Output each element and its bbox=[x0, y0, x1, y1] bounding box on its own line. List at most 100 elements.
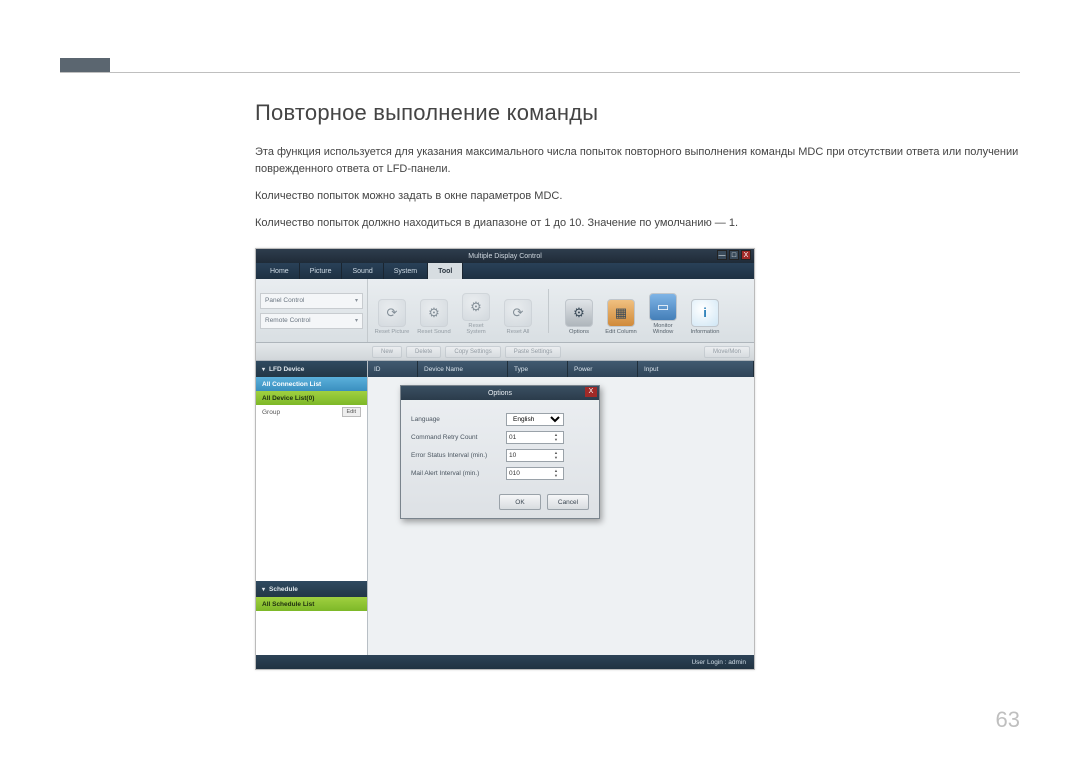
maximize-button[interactable]: □ bbox=[729, 250, 739, 260]
sidebar-all-device-list[interactable]: All Device List(0) bbox=[256, 391, 367, 405]
dialog-titlebar: Options X bbox=[401, 386, 599, 400]
label-mail-interval: Mail Alert Interval (min.) bbox=[411, 470, 506, 477]
chevron-down-icon: ▾ bbox=[355, 317, 358, 324]
information-button[interactable]: iInformation bbox=[687, 287, 723, 335]
move-mon-button[interactable]: Move/Mon bbox=[704, 346, 750, 358]
toolbar-label: Edit Column bbox=[605, 329, 637, 335]
toolbar: Panel Control ▾ Remote Control ▾ ⟳Reset … bbox=[256, 279, 754, 343]
sidebar-schedule[interactable]: ▾ Schedule bbox=[256, 581, 367, 597]
reset-sound-icon: ⚙ bbox=[420, 299, 448, 327]
dialog-close-button[interactable]: X bbox=[585, 387, 597, 397]
reset-group: ⟳Reset Picture ⚙Reset Sound ⚙Reset Syste… bbox=[374, 287, 536, 335]
menu-tool[interactable]: Tool bbox=[428, 263, 463, 279]
sidebar-edit-button[interactable]: Edit bbox=[342, 407, 361, 417]
menu-picture[interactable]: Picture bbox=[300, 263, 343, 279]
toolbar-buttons: ⟳Reset Picture ⚙Reset Sound ⚙Reset Syste… bbox=[368, 279, 754, 342]
reset-all-icon: ⟳ bbox=[504, 299, 532, 327]
reset-system-icon: ⚙ bbox=[462, 293, 490, 321]
paragraph-1: Эта функция используется для указания ма… bbox=[255, 144, 1025, 178]
action-bar: New Delete Copy Settings Paste Settings … bbox=[256, 343, 754, 361]
label-language: Language bbox=[411, 416, 506, 423]
window-controls: — □ X bbox=[717, 250, 751, 260]
app-window: Multiple Display Control — □ X Home Pict… bbox=[255, 248, 755, 670]
options-button[interactable]: ⚙ Options bbox=[561, 287, 597, 335]
dialog-buttons: OK Cancel bbox=[401, 488, 599, 518]
main-area: ID Device Name Type Power Input Options … bbox=[368, 361, 754, 655]
triangle-down-icon: ▾ bbox=[262, 586, 265, 593]
error-interval-spinner[interactable]: 10 ▲▼ bbox=[506, 449, 564, 462]
language-select[interactable]: English bbox=[506, 413, 564, 426]
retry-count-spinner[interactable]: 01 ▲▼ bbox=[506, 431, 564, 444]
copy-settings-button[interactable]: Copy Settings bbox=[445, 346, 500, 358]
filter-panel-control[interactable]: Panel Control ▾ bbox=[260, 293, 363, 309]
options-dialog: Options X Language English Command Retry… bbox=[400, 385, 600, 519]
triangle-down-icon: ▾ bbox=[262, 366, 265, 373]
col-input[interactable]: Input bbox=[638, 361, 754, 377]
paragraph-2: Количество попыток можно задать в окне п… bbox=[255, 188, 1025, 205]
row-retry: Command Retry Count 01 ▲▼ bbox=[411, 428, 589, 446]
columns-icon: ▦ bbox=[607, 299, 635, 327]
minimize-button[interactable]: — bbox=[717, 250, 727, 260]
page-number: 63 bbox=[996, 707, 1020, 733]
row-mail-interval: Mail Alert Interval (min.) 010 ▲▼ bbox=[411, 464, 589, 482]
reset-system-button[interactable]: ⚙Reset System bbox=[458, 287, 494, 335]
mail-interval-spinner[interactable]: 010 ▲▼ bbox=[506, 467, 564, 480]
dialog-title: Options bbox=[488, 390, 512, 397]
col-device-name[interactable]: Device Name bbox=[418, 361, 508, 377]
spinner-value: 010 bbox=[509, 470, 520, 477]
sidebar-label: LFD Device bbox=[269, 366, 304, 373]
reset-sound-button[interactable]: ⚙ Reset Sound bbox=[416, 287, 452, 335]
menu-system[interactable]: System bbox=[384, 263, 428, 279]
spinner-arrows-icon: ▲▼ bbox=[551, 432, 561, 442]
user-login-status: User Login : admin bbox=[691, 659, 746, 666]
paste-settings-button[interactable]: Paste Settings bbox=[505, 346, 562, 358]
label-retry: Command Retry Count bbox=[411, 434, 506, 441]
sidebar-lfd-device[interactable]: ▾ LFD Device bbox=[256, 361, 367, 377]
col-type[interactable]: Type bbox=[508, 361, 568, 377]
filter-remote-control[interactable]: Remote Control ▾ bbox=[260, 313, 363, 329]
spinner-value: 01 bbox=[509, 434, 516, 441]
gear-icon: ⚙ bbox=[565, 299, 593, 327]
menu-sound[interactable]: Sound bbox=[342, 263, 383, 279]
toolbar-label: Options bbox=[569, 329, 589, 335]
delete-button[interactable]: Delete bbox=[406, 346, 441, 358]
menubar: Home Picture Sound System Tool bbox=[256, 263, 754, 279]
new-button[interactable]: New bbox=[372, 346, 402, 358]
row-error-interval: Error Status Interval (min.) 10▲▼ bbox=[411, 446, 589, 464]
toolbar-label: Reset Sound bbox=[417, 329, 451, 335]
toolbar-label: Monitor Window bbox=[645, 323, 681, 335]
chevron-down-icon: ▾ bbox=[355, 297, 358, 304]
app-title: Multiple Display Control bbox=[468, 253, 542, 260]
toolbar-label: Reset Picture bbox=[375, 329, 410, 335]
spinner-arrows-icon: ▲▼ bbox=[551, 468, 561, 478]
spinner-arrows-icon: ▲▼ bbox=[551, 450, 561, 460]
dialog-body: Language English Command Retry Count 01 ▲… bbox=[401, 400, 599, 488]
monitor-window-button[interactable]: ▭ Monitor Window bbox=[645, 287, 681, 335]
filter-label: Remote Control bbox=[265, 317, 311, 324]
filter-panel: Panel Control ▾ Remote Control ▾ bbox=[256, 279, 368, 342]
cancel-button[interactable]: Cancel bbox=[547, 494, 589, 510]
edit-column-button[interactable]: ▦ Edit Column bbox=[603, 287, 639, 335]
col-power[interactable]: Power bbox=[568, 361, 638, 377]
row-language: Language English bbox=[411, 410, 589, 428]
toolbar-separator bbox=[548, 289, 549, 333]
monitor-icon: ▭ bbox=[649, 293, 677, 321]
sidebar-all-schedule[interactable]: All Schedule List bbox=[256, 597, 367, 611]
column-headers: ID Device Name Type Power Input bbox=[368, 361, 754, 377]
sidebar-all-connection[interactable]: All Connection List bbox=[256, 377, 367, 391]
menu-home[interactable]: Home bbox=[260, 263, 300, 279]
main-group: ⚙ Options ▦ Edit Column ▭ Monitor Window iI… bbox=[561, 287, 723, 335]
reset-all-button[interactable]: ⟳ Reset All bbox=[500, 287, 536, 335]
sidebar-group-label: Group bbox=[262, 409, 280, 416]
toolbar-label: Reset All bbox=[507, 329, 530, 335]
page-heading: Повторное выполнение команды bbox=[255, 100, 1025, 126]
reset-picture-button[interactable]: ⟳Reset Picture bbox=[374, 287, 410, 335]
info-icon: i bbox=[691, 299, 719, 327]
close-button[interactable]: X bbox=[741, 250, 751, 260]
col-id[interactable]: ID bbox=[368, 361, 418, 377]
header-rule bbox=[60, 72, 1020, 73]
spinner-value: 10 bbox=[509, 452, 516, 459]
ok-button[interactable]: OK bbox=[499, 494, 541, 510]
titlebar: Multiple Display Control — □ X bbox=[256, 249, 754, 263]
sidebar-label: Schedule bbox=[269, 586, 298, 593]
